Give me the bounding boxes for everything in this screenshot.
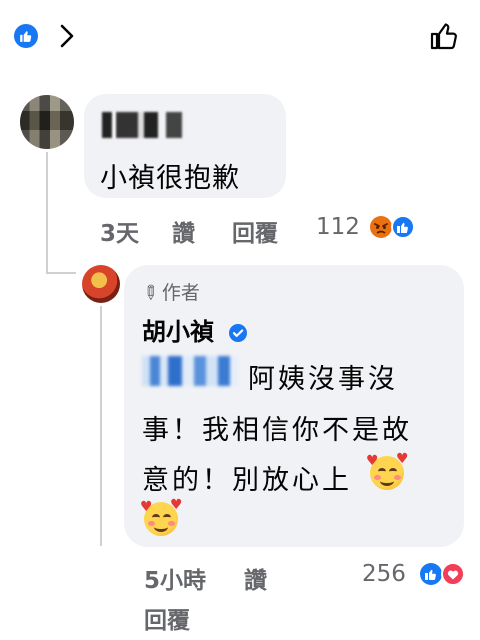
reactions[interactable] <box>368 214 416 240</box>
like-button[interactable]: 讚 <box>172 214 195 248</box>
thread-line <box>46 152 48 274</box>
like-icon <box>391 215 415 239</box>
smiling-face-with-hearts-icon: ♥ ♥ <box>140 498 183 536</box>
comment-time: 3天 <box>100 221 140 247</box>
thread-line-curve <box>46 272 76 274</box>
verified-badge-icon <box>229 324 248 342</box>
thumbs-up-badge-icon[interactable] <box>14 24 38 48</box>
author-avatar[interactable] <box>82 265 120 303</box>
reaction-count[interactable]: 112 <box>316 214 360 240</box>
commenter-name-blurred[interactable] <box>102 112 184 138</box>
reply-text-line-1: 阿姨沒事沒 <box>248 364 398 395</box>
reply-author-name[interactable]: 胡小禎 <box>142 312 248 347</box>
reply-button[interactable]: 回覆 <box>232 214 278 248</box>
love-icon <box>441 562 465 586</box>
reply-text-line-3: 意的！別放心上 <box>142 465 352 496</box>
reply-author-name-text[interactable]: 胡小禎 <box>142 318 214 346</box>
author-badge-label: 作者 <box>161 282 200 304</box>
reply-like-button[interactable]: 讚 <box>244 561 267 595</box>
smiling-face-with-hearts-icon: ♥ ♥ <box>366 452 409 490</box>
reply-reply-button[interactable]: 回覆 <box>144 601 190 635</box>
angry-icon <box>370 216 392 238</box>
reply-reaction-count[interactable]: 256 <box>362 561 406 587</box>
reply-reactions[interactable] <box>418 561 466 587</box>
chevron-right-icon[interactable] <box>56 22 78 50</box>
thumbs-up-outline-icon[interactable] <box>428 20 460 52</box>
author-badge: ✎作者 <box>137 278 200 307</box>
comment-text: 小禎很抱歉 <box>100 163 240 194</box>
reply-time: 5小時 <box>144 568 207 594</box>
like-icon <box>420 563 442 585</box>
reply-text-line-2: 事！我相信你不是故 <box>142 415 412 446</box>
avatar[interactable] <box>20 95 74 149</box>
top-bar <box>0 0 480 70</box>
mention-tag-blurred[interactable] <box>142 356 238 386</box>
thread-line-reply <box>100 306 102 546</box>
